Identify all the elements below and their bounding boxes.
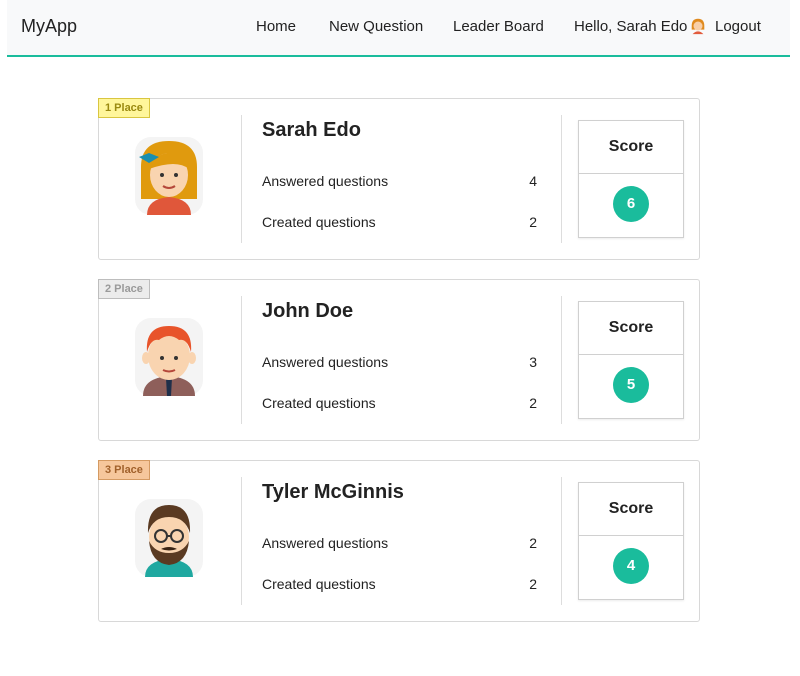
leaderboard-card: 1 Place Sarah Edo Answered questions 4 C… (98, 98, 700, 260)
answered-count: 2 (529, 535, 537, 551)
logout-link[interactable]: Logout (715, 18, 761, 35)
divider (561, 115, 562, 243)
score-box: Score 4 (578, 482, 684, 600)
score-label: Score (579, 483, 683, 536)
score-label: Score (579, 121, 683, 174)
top-navbar: MyApp Home New Question Leader Board Hel… (7, 0, 790, 57)
created-label: Created questions (262, 395, 376, 411)
brand-logo[interactable]: MyApp (21, 16, 77, 37)
user-avatar-icon (135, 318, 203, 396)
leaderboard-card: 3 Place Tyler McGinnis Answered question… (98, 460, 700, 622)
user-name: Tyler McGinnis (262, 481, 404, 503)
created-count: 2 (529, 214, 537, 230)
answered-label: Answered questions (262, 354, 389, 370)
user-avatar-icon (135, 499, 203, 577)
score-value: 4 (613, 548, 649, 584)
divider (241, 477, 242, 605)
user-avatar-icon (691, 18, 705, 35)
divider (241, 296, 242, 424)
place-badge: 3 Place (98, 460, 150, 480)
divider (561, 477, 562, 605)
leaderboard-card: 2 Place John Doe Answered questions 3 Cr… (98, 279, 700, 441)
user-name: John Doe (262, 300, 354, 322)
score-value: 6 (613, 186, 649, 222)
score-label: Score (579, 302, 683, 355)
score-box: Score 5 (578, 301, 684, 419)
answered-count: 4 (529, 173, 537, 189)
nav-home[interactable]: Home (256, 18, 296, 35)
answered-label: Answered questions (262, 535, 389, 551)
nav-new-question[interactable]: New Question (329, 18, 423, 35)
answered-label: Answered questions (262, 173, 389, 189)
score-value: 5 (613, 367, 649, 403)
divider (241, 115, 242, 243)
created-count: 2 (529, 576, 537, 592)
created-label: Created questions (262, 214, 376, 230)
created-count: 2 (529, 395, 537, 411)
place-badge: 2 Place (98, 279, 150, 299)
user-name: Sarah Edo (262, 119, 361, 141)
place-badge: 1 Place (98, 98, 150, 118)
answered-count: 3 (529, 354, 537, 370)
user-greeting: Hello, Sarah Edo (574, 18, 688, 35)
nav-leader-board[interactable]: Leader Board (453, 18, 544, 35)
divider (561, 296, 562, 424)
user-avatar-icon (135, 137, 203, 215)
score-box: Score 6 (578, 120, 684, 238)
created-label: Created questions (262, 576, 376, 592)
